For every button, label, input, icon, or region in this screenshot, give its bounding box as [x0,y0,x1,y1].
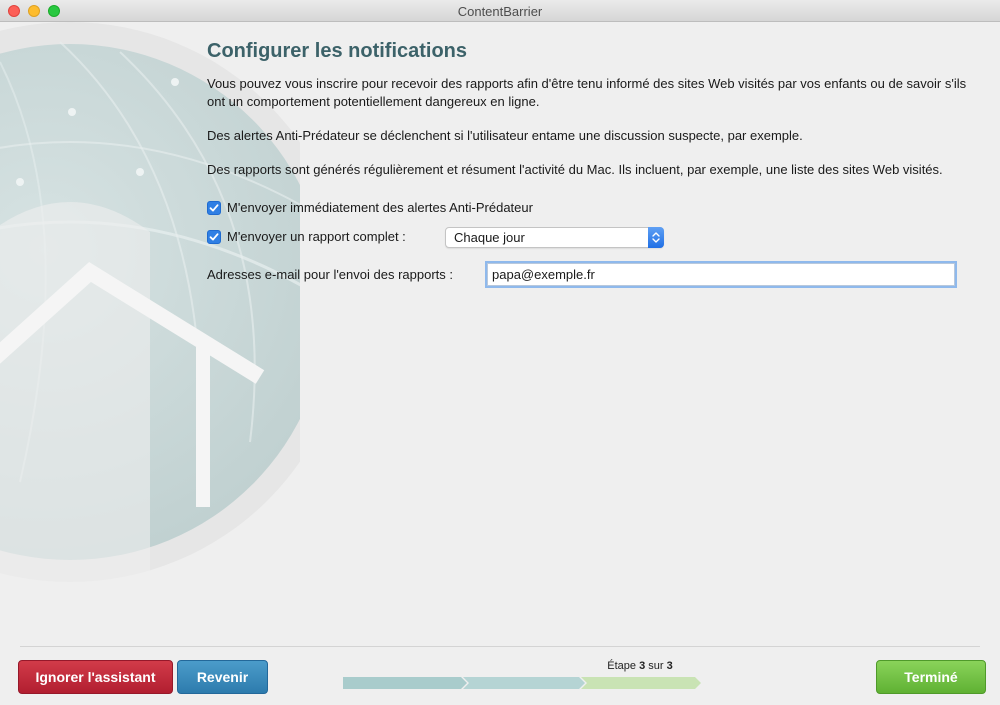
back-button[interactable]: Revenir [177,660,268,694]
report-checkbox[interactable] [207,229,221,244]
alerts-checkbox[interactable] [207,200,221,215]
report-frequency-select[interactable]: Chaque jour [445,227,664,248]
progress-segment-3 [581,677,701,689]
report-label: M'envoyer un rapport complet : [227,229,406,244]
email-row: Adresses e-mail pour l'envoi des rapport… [207,267,453,282]
reports-description: Des rapports sont générés régulièrement … [207,162,943,177]
email-field[interactable] [487,263,955,286]
step-progress-bar [343,677,701,689]
checkmark-icon [209,232,219,240]
updown-chevron-icon [648,227,664,248]
step-prefix: Étape [607,660,637,672]
step-sep: sur [648,660,664,672]
window-title: ContentBarrier [457,4,543,19]
alerts-option[interactable]: M'envoyer immédiatement des alertes Anti… [207,200,533,215]
app-window: ContentBarrier Configurer les notificati… [0,0,1000,705]
alerts-description: Des alertes Anti-Prédateur se déclenchen… [207,128,803,143]
skip-assistant-button[interactable]: Ignorer l'assistant [18,660,173,694]
alerts-label: M'envoyer immédiatement des alertes Anti… [227,200,533,215]
main-content: Configurer les notifications Vous pouvez… [207,40,987,195]
progress-segment-1 [343,677,467,689]
report-frequency-value: Chaque jour [454,230,525,245]
intro-paragraph: Vous pouvez vous inscrire pour recevoir … [207,76,967,109]
email-label: Adresses e-mail pour l'envoi des rapport… [207,267,453,282]
checkmark-icon [209,203,219,211]
report-option[interactable]: M'envoyer un rapport complet : [207,229,406,244]
page-title: Configurer les notifications [207,40,468,62]
step-current: 3 [639,660,646,672]
title-bar: ContentBarrier [0,0,1000,22]
step-indicator: Étape 3 sur 3 [590,660,690,672]
progress-segment-2 [463,677,585,689]
step-total: 3 [666,660,673,672]
footer-divider [20,646,980,647]
finish-button[interactable]: Terminé [876,660,986,694]
